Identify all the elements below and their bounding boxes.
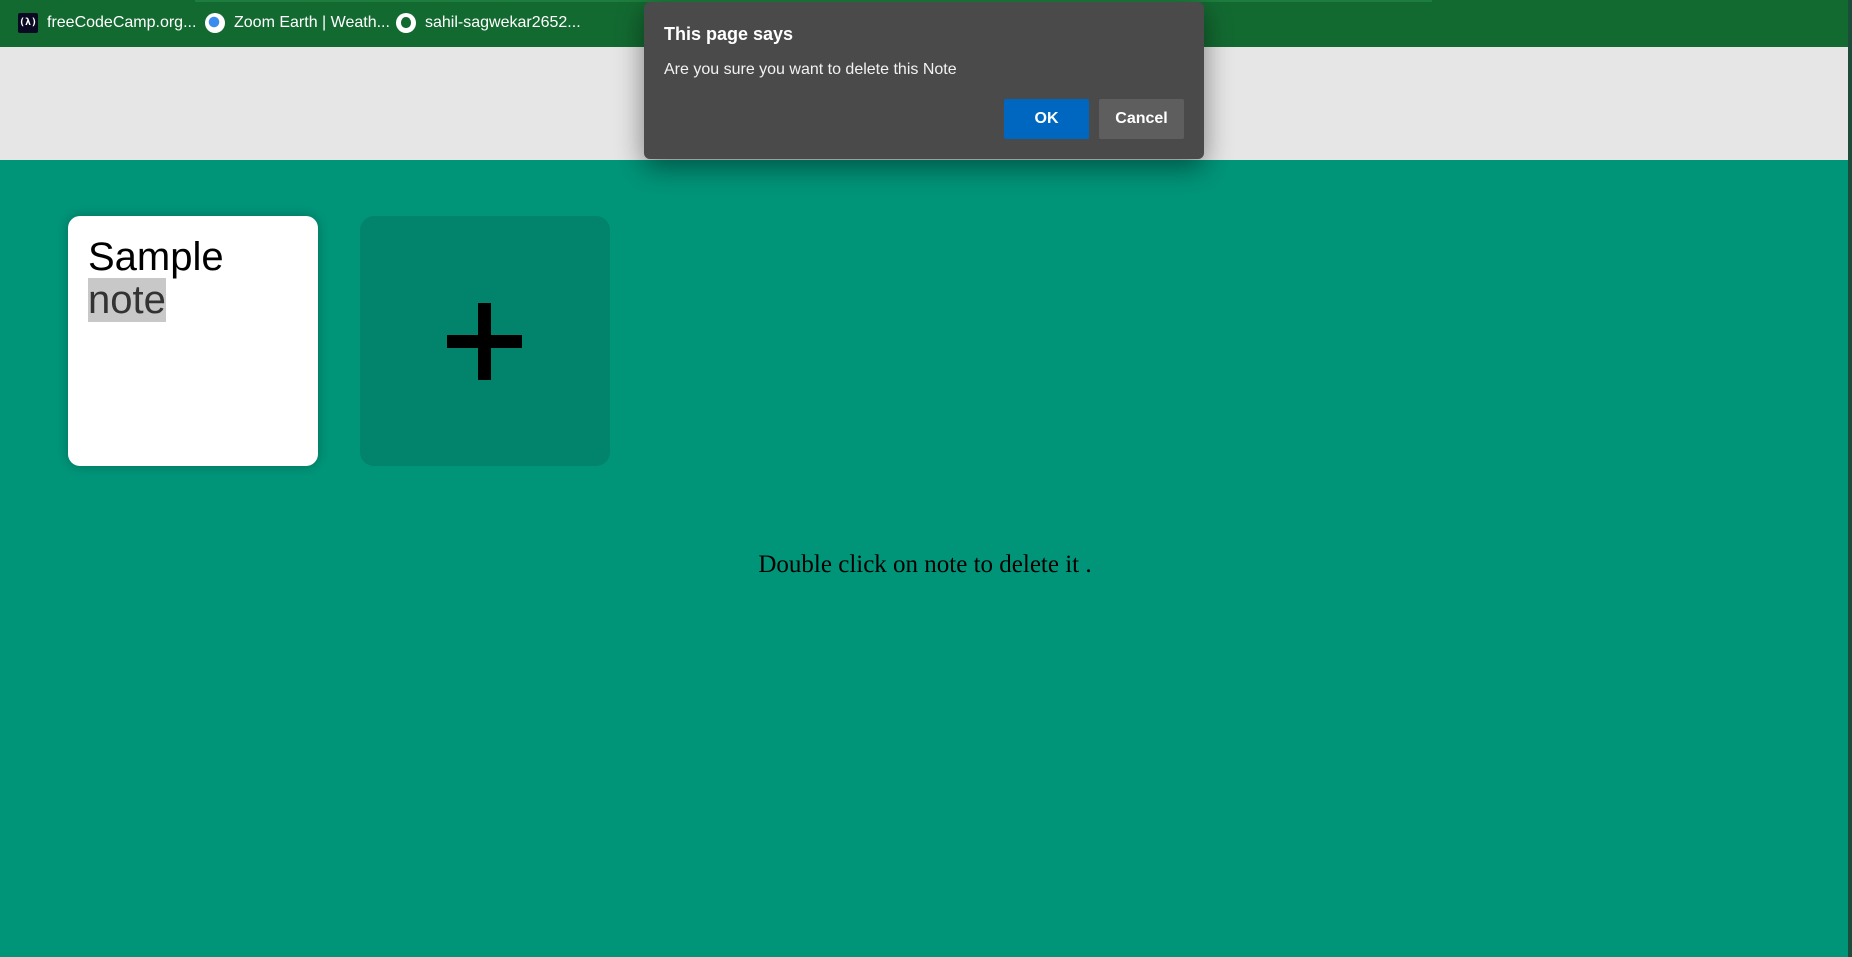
- bookmark-label: sahil-sagwekar2652...: [425, 14, 581, 31]
- freecodecamp-icon: (λ): [18, 13, 38, 33]
- zoom-earth-icon: [205, 13, 225, 33]
- note-text-line: Sample: [88, 236, 298, 279]
- bookmark-zoom-earth[interactable]: Zoom Earth | Weath...: [205, 11, 390, 35]
- note-word: Sample: [88, 235, 224, 279]
- plus-icon-horizontal-bar: [447, 335, 522, 348]
- note-card[interactable]: Sample note: [68, 216, 318, 466]
- dialog-message: Are you sure you want to delete this Not…: [664, 61, 957, 78]
- github-icon: [396, 13, 416, 33]
- dialog-title: This page says: [664, 24, 794, 44]
- bookmark-freecodecamp[interactable]: (λ) freeCodeCamp.org...: [18, 11, 196, 35]
- bookmark-label: Zoom Earth | Weath...: [234, 14, 390, 31]
- delete-hint-text: Double click on note to delete it .: [758, 551, 1092, 578]
- window-edge: [1848, 0, 1852, 957]
- confirm-dialog: This page says Are you sure you want to …: [644, 2, 1204, 159]
- note-word-selected: note: [88, 278, 166, 322]
- note-text-line: note: [88, 278, 298, 322]
- bookmark-label: freeCodeCamp.org...: [47, 14, 197, 31]
- add-note-button[interactable]: [360, 216, 610, 466]
- bookmark-github[interactable]: sahil-sagwekar2652...: [396, 11, 581, 35]
- ok-button[interactable]: OK: [1004, 99, 1089, 139]
- cancel-button[interactable]: Cancel: [1099, 99, 1184, 139]
